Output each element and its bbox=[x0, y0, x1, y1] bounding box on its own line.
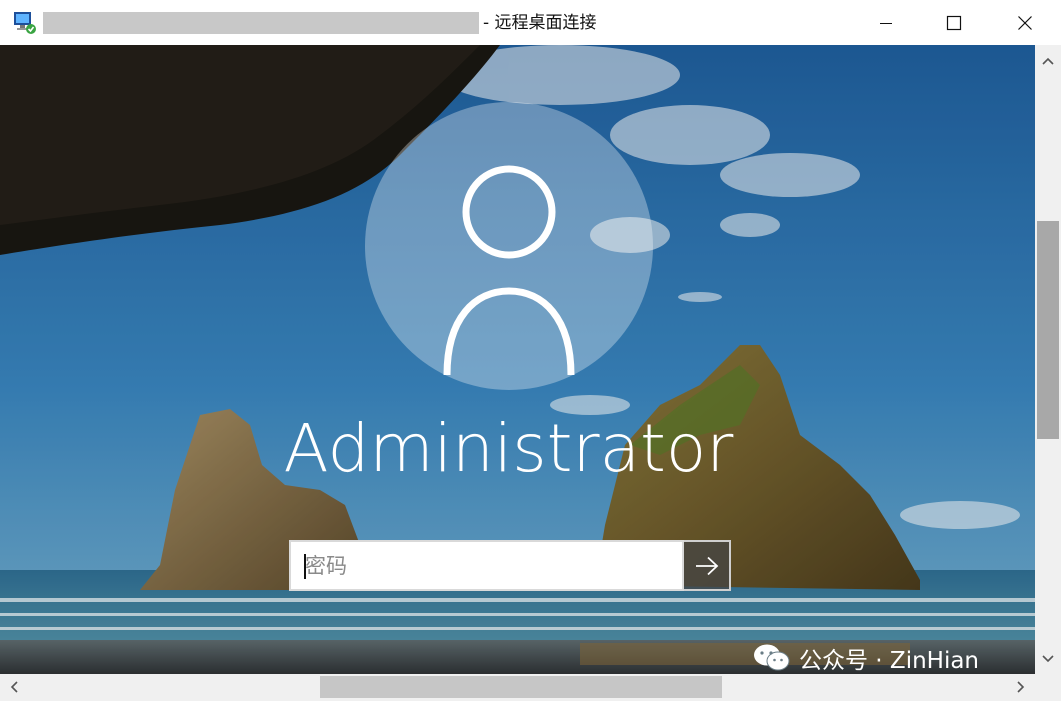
close-icon bbox=[1018, 15, 1032, 30]
remote-desktop-app-icon bbox=[13, 11, 37, 35]
redacted-host-name bbox=[43, 12, 479, 34]
minimize-icon bbox=[880, 22, 892, 24]
text-caret bbox=[304, 554, 306, 579]
remote-session-viewport[interactable]: Administrator 公众号 · ZinHian bbox=[0, 45, 1035, 674]
vertical-scroll-thumb[interactable] bbox=[1037, 221, 1059, 439]
watermark: 公众号 · ZinHian bbox=[753, 642, 979, 674]
window-title: - 远程桌面连接 bbox=[483, 13, 597, 33]
chevron-right-icon bbox=[1017, 681, 1025, 693]
user-icon bbox=[365, 102, 653, 390]
arrow-right-icon bbox=[695, 556, 718, 575]
password-input[interactable] bbox=[291, 542, 682, 589]
scroll-left-button[interactable] bbox=[4, 677, 24, 697]
password-field[interactable] bbox=[289, 540, 684, 591]
chevron-up-icon bbox=[1042, 57, 1054, 65]
vertical-scrollbar[interactable] bbox=[1035, 45, 1061, 674]
scroll-up-button[interactable] bbox=[1035, 51, 1061, 71]
chevron-down-icon bbox=[1042, 655, 1054, 663]
chevron-left-icon bbox=[10, 681, 18, 693]
scrollbar-corner bbox=[1035, 674, 1061, 701]
minimize-button[interactable] bbox=[851, 0, 921, 45]
scroll-down-button[interactable] bbox=[1035, 649, 1061, 669]
maximize-button[interactable] bbox=[919, 0, 989, 45]
submit-password-button[interactable] bbox=[684, 540, 731, 591]
title-bar[interactable]: - 远程桌面连接 bbox=[0, 0, 1061, 45]
remote-desktop-window: - 远程桌面连接 Administrator 公众号 · ZinHian bbox=[0, 0, 1061, 701]
close-button[interactable] bbox=[990, 0, 1060, 45]
maximize-icon bbox=[946, 15, 962, 30]
watermark-text: 公众号 · ZinHian bbox=[799, 648, 980, 674]
scroll-right-button[interactable] bbox=[1011, 677, 1031, 697]
user-avatar bbox=[365, 102, 653, 390]
horizontal-scroll-thumb[interactable] bbox=[320, 676, 722, 698]
wechat-icon bbox=[754, 644, 790, 671]
horizontal-scrollbar[interactable] bbox=[0, 674, 1035, 701]
account-username: Administrator bbox=[283, 410, 734, 487]
